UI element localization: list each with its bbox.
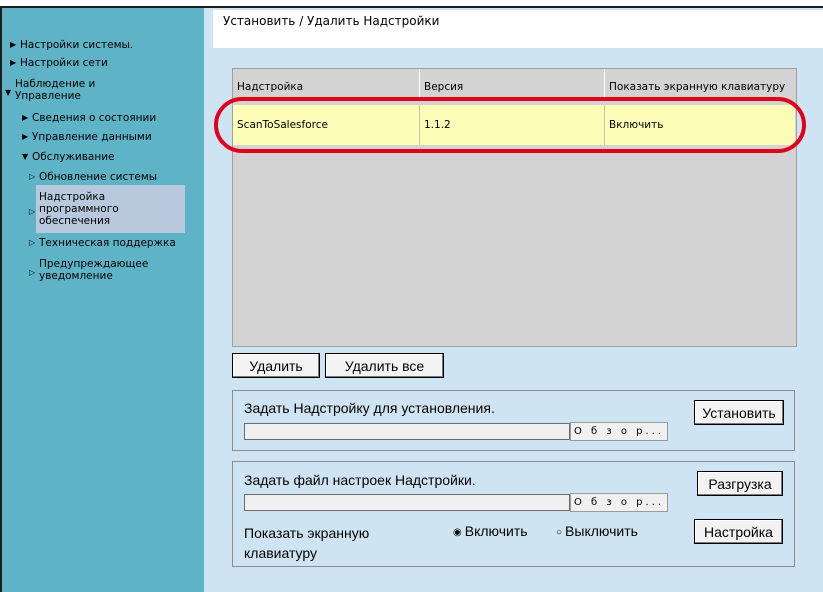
page-title: Установить / Удалить Надстройки [223, 14, 440, 28]
sidebar-item-label-2: Управление [15, 90, 81, 102]
triangle-right-outline-icon: ▷ [29, 238, 36, 247]
sidebar-item-label: Настройки системы. [20, 39, 134, 51]
sidebar-item-data-management[interactable]: ▶ Управление данными [22, 131, 152, 143]
radio-selected-icon: ◉ [453, 526, 462, 538]
install-button[interactable]: Установить [694, 400, 784, 425]
sidebar-item-status-info[interactable]: ▶ Сведения о состоянии [22, 112, 156, 124]
browse-button-addon[interactable]: О б з о р... [570, 422, 668, 441]
sidebar-item-system-settings[interactable]: ▶ Настройки системы. [10, 39, 133, 51]
keyboard-label-line1: Показать экранную [244, 525, 370, 541]
triangle-right-outline-icon: ▷ [29, 207, 36, 216]
sidebar-item-system-update[interactable]: ▷ Обновление системы [29, 171, 157, 183]
keyboard-label-line2: клавиатуру [244, 545, 318, 561]
sidebar-item-alert-notification[interactable]: ▷Предупреждающее уведомление [29, 258, 148, 282]
triangle-down-icon: ▼ [5, 88, 12, 97]
settings-button[interactable]: Настройка [694, 519, 783, 544]
radio-unselected-icon: ○ [556, 526, 563, 538]
triangle-right-icon: ▶ [10, 40, 17, 49]
triangle-right-outline-icon: ▷ [29, 268, 36, 277]
radio-disable-label: Выключить [565, 523, 638, 539]
radio-enable-label: Включить [464, 523, 528, 539]
sidebar-item-software-addon[interactable]: ▷Надстройка программного обеспечения [29, 191, 119, 227]
addon-file-input[interactable] [244, 423, 570, 440]
sidebar-item-label-2: программного [39, 203, 119, 215]
triangle-right-icon: ▶ [22, 113, 29, 122]
sidebar-item-label: Обслуживание [32, 151, 115, 163]
sidebar-item-label: Предупреждающее [39, 258, 149, 270]
sidebar-item-maintenance[interactable]: ▼ Обслуживание [22, 151, 115, 163]
upload-button[interactable]: Разгрузка [697, 471, 783, 496]
keyboard-setting-label: Показать экранную клавиатуру [244, 523, 369, 563]
column-header-keyboard: Показать экранную клавиатуру [605, 69, 795, 97]
sidebar-item-label: Сведения о состоянии [32, 112, 157, 124]
sidebar-item-label: Обновление системы [39, 171, 158, 183]
sidebar-item-label-2: уведомление [39, 270, 113, 282]
left-border [0, 6, 2, 592]
sidebar-item-label: Управление данными [32, 131, 152, 143]
sidebar-item-network-settings[interactable]: ▶ Настройки сети [10, 57, 108, 69]
install-panel-label: Задать Надстройку для установления. [244, 400, 495, 416]
column-header-addon: Надстройка [233, 69, 420, 97]
triangle-down-icon: ▼ [22, 152, 29, 161]
settings-file-input[interactable] [244, 494, 570, 511]
triangle-right-icon: ▶ [22, 132, 29, 141]
sidebar-item-label: Наблюдение и [15, 78, 96, 90]
column-header-version: Версия [420, 69, 605, 97]
sidebar-item-label: Техническая поддержка [39, 237, 176, 249]
triangle-right-outline-icon: ▷ [29, 172, 36, 181]
browse-button-settings[interactable]: О б з о р... [570, 493, 668, 512]
radio-disable[interactable]: ○ Выключить [556, 523, 638, 539]
sidebar-item-monitoring[interactable]: ▼Наблюдение и Управление [5, 78, 95, 102]
settings-panel-label: Задать файл настроек Надстройки. [244, 472, 476, 488]
sidebar-item-tech-support[interactable]: ▷ Техническая поддержка [29, 237, 176, 249]
annotation-highlight-oval [214, 97, 806, 153]
triangle-right-icon: ▶ [10, 58, 17, 67]
sidebar-item-label: Настройки сети [20, 57, 108, 69]
delete-button[interactable]: Удалить [232, 353, 320, 378]
sidebar-item-label: Надстройка [39, 191, 106, 203]
delete-all-button[interactable]: Удалить все [325, 353, 444, 378]
radio-enable[interactable]: ◉ Включить [453, 523, 528, 539]
sidebar-item-label-3: обеспечения [39, 215, 111, 227]
